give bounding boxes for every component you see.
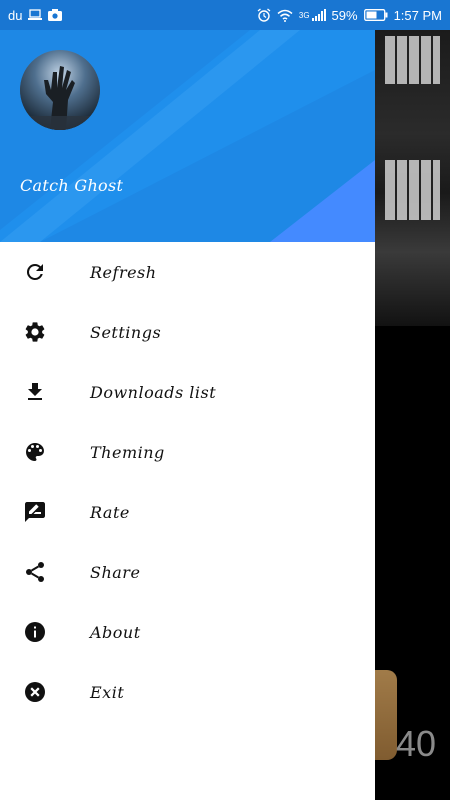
info-icon xyxy=(22,619,48,645)
drawer-header: Catch Ghost xyxy=(0,30,375,242)
status-bar: du 3G 59% 1:57 PM xyxy=(0,0,450,30)
clock: 1:57 PM xyxy=(393,7,442,23)
palette-icon xyxy=(22,439,48,465)
share-icon xyxy=(22,559,48,585)
status-bar-left: du xyxy=(8,7,63,23)
menu-item-refresh[interactable]: Refresh xyxy=(0,242,375,302)
menu-item-theming[interactable]: Theming xyxy=(0,422,375,482)
window-decoration xyxy=(385,160,440,220)
wifi-icon xyxy=(277,9,293,22)
rate-review-icon xyxy=(22,499,48,525)
avatar[interactable] xyxy=(20,50,100,130)
menu-item-settings[interactable]: Settings xyxy=(0,302,375,362)
background-photo xyxy=(375,30,450,326)
navigation-drawer: Catch Ghost Refresh Settings Downloads l… xyxy=(0,30,375,800)
window-decoration xyxy=(385,36,440,84)
menu-item-about[interactable]: About xyxy=(0,602,375,662)
network-type-label: 3G xyxy=(298,10,310,20)
menu-label-refresh: Refresh xyxy=(90,262,157,282)
menu-item-exit[interactable]: Exit xyxy=(0,662,375,722)
menu-label-about: About xyxy=(90,622,141,642)
drawer-menu: Refresh Settings Downloads list Theming xyxy=(0,242,375,722)
menu-item-rate[interactable]: Rate xyxy=(0,482,375,542)
carrier-label: du xyxy=(8,7,23,23)
refresh-icon xyxy=(22,259,48,285)
background-app-content: 40 xyxy=(375,30,450,800)
background-score: 40 xyxy=(395,723,436,764)
menu-item-downloads-list[interactable]: Downloads list xyxy=(0,362,375,422)
menu-label-settings: Settings xyxy=(90,322,162,342)
menu-label-downloads-list: Downloads list xyxy=(90,382,217,402)
laptop-icon xyxy=(28,9,43,21)
status-bar-right: 3G 59% 1:57 PM xyxy=(257,8,442,23)
screen: du 3G 59% 1:57 PM 40 Catch Ghost Refresh… xyxy=(0,0,450,800)
battery-icon xyxy=(363,9,388,21)
menu-label-theming: Theming xyxy=(90,442,165,462)
gear-icon xyxy=(22,319,48,345)
camera-icon xyxy=(48,9,63,21)
alarm-icon xyxy=(257,8,271,22)
background-card xyxy=(375,670,397,760)
close-circle-icon xyxy=(22,679,48,705)
menu-label-rate: Rate xyxy=(90,502,130,522)
app-name: Catch Ghost xyxy=(20,176,124,195)
menu-item-share[interactable]: Share xyxy=(0,542,375,602)
menu-label-share: Share xyxy=(90,562,141,582)
zombie-hand-icon xyxy=(20,50,100,130)
menu-label-exit: Exit xyxy=(90,682,125,702)
download-icon xyxy=(22,379,48,405)
signal-icon xyxy=(311,9,326,21)
battery-percent: 59% xyxy=(331,7,358,23)
